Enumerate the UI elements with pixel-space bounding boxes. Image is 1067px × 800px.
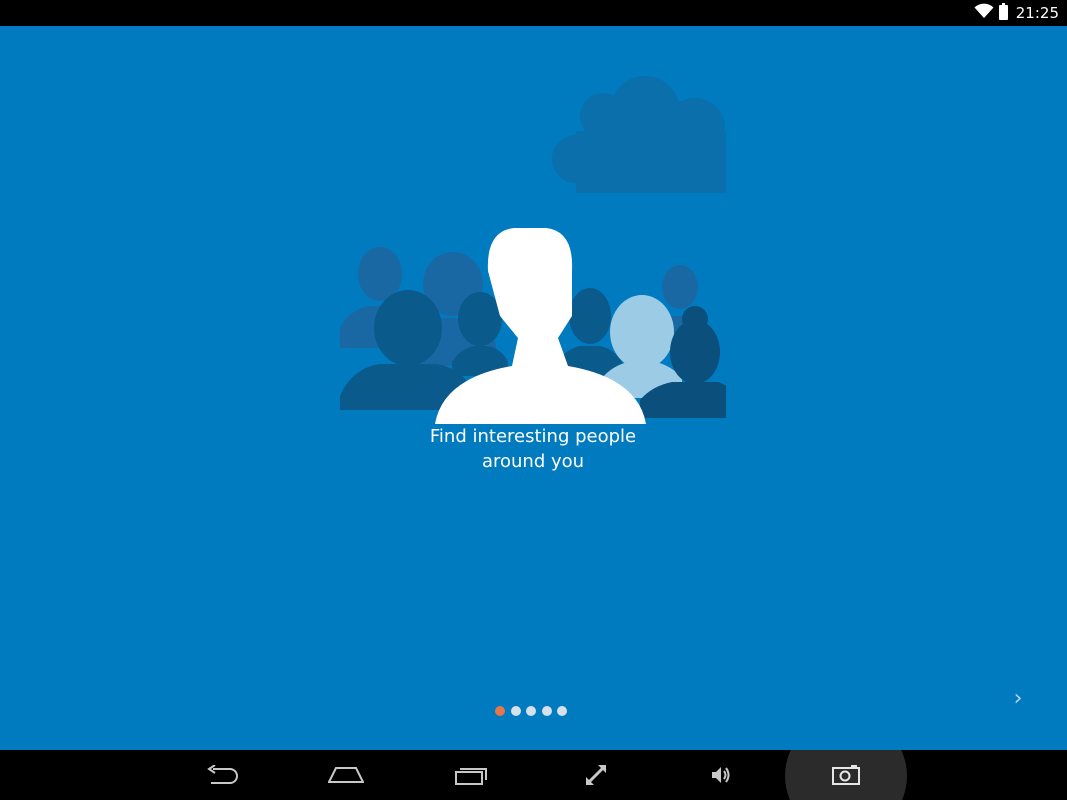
battery-icon	[998, 2, 1008, 24]
back-icon	[207, 765, 238, 784]
status-icons: 21:25	[974, 0, 1059, 26]
screenshot-button[interactable]	[816, 750, 876, 800]
screen: 21:25 Find interesting people around you…	[0, 0, 1067, 800]
fullscreen-icon	[586, 765, 606, 785]
home-icon	[328, 767, 364, 783]
cloud-icon	[552, 76, 726, 193]
page-dot-4[interactable]	[541, 706, 552, 716]
fullscreen-button[interactable]	[566, 750, 626, 800]
people-illustration	[340, 56, 726, 426]
page-indicator	[0, 706, 1062, 716]
caption-line-2: around you	[481, 451, 585, 472]
screenshot-camera-icon	[832, 765, 860, 785]
wifi-icon	[974, 3, 994, 23]
volume-icon	[712, 767, 730, 783]
caption-line-1: Find interesting people	[429, 426, 637, 447]
home-button[interactable]	[316, 750, 376, 800]
page-dot-1[interactable]	[495, 706, 505, 716]
next-page-button[interactable]: ›	[1008, 686, 1028, 712]
onboarding-page[interactable]: Find interesting people around you ›	[0, 26, 1067, 750]
recents-button[interactable]	[442, 750, 502, 800]
clock: 21:25	[1015, 4, 1059, 22]
status-bar: 21:25	[0, 0, 1067, 26]
back-button[interactable]	[191, 750, 251, 800]
recents-icon	[455, 768, 487, 785]
onboarding-caption: Find interesting people around you	[333, 424, 733, 474]
page-dot-5[interactable]	[557, 706, 567, 716]
page-dot-2[interactable]	[510, 706, 521, 716]
page-dot-3[interactable]	[526, 706, 536, 716]
volume-button[interactable]	[691, 750, 751, 800]
navigation-bar	[0, 750, 1067, 800]
